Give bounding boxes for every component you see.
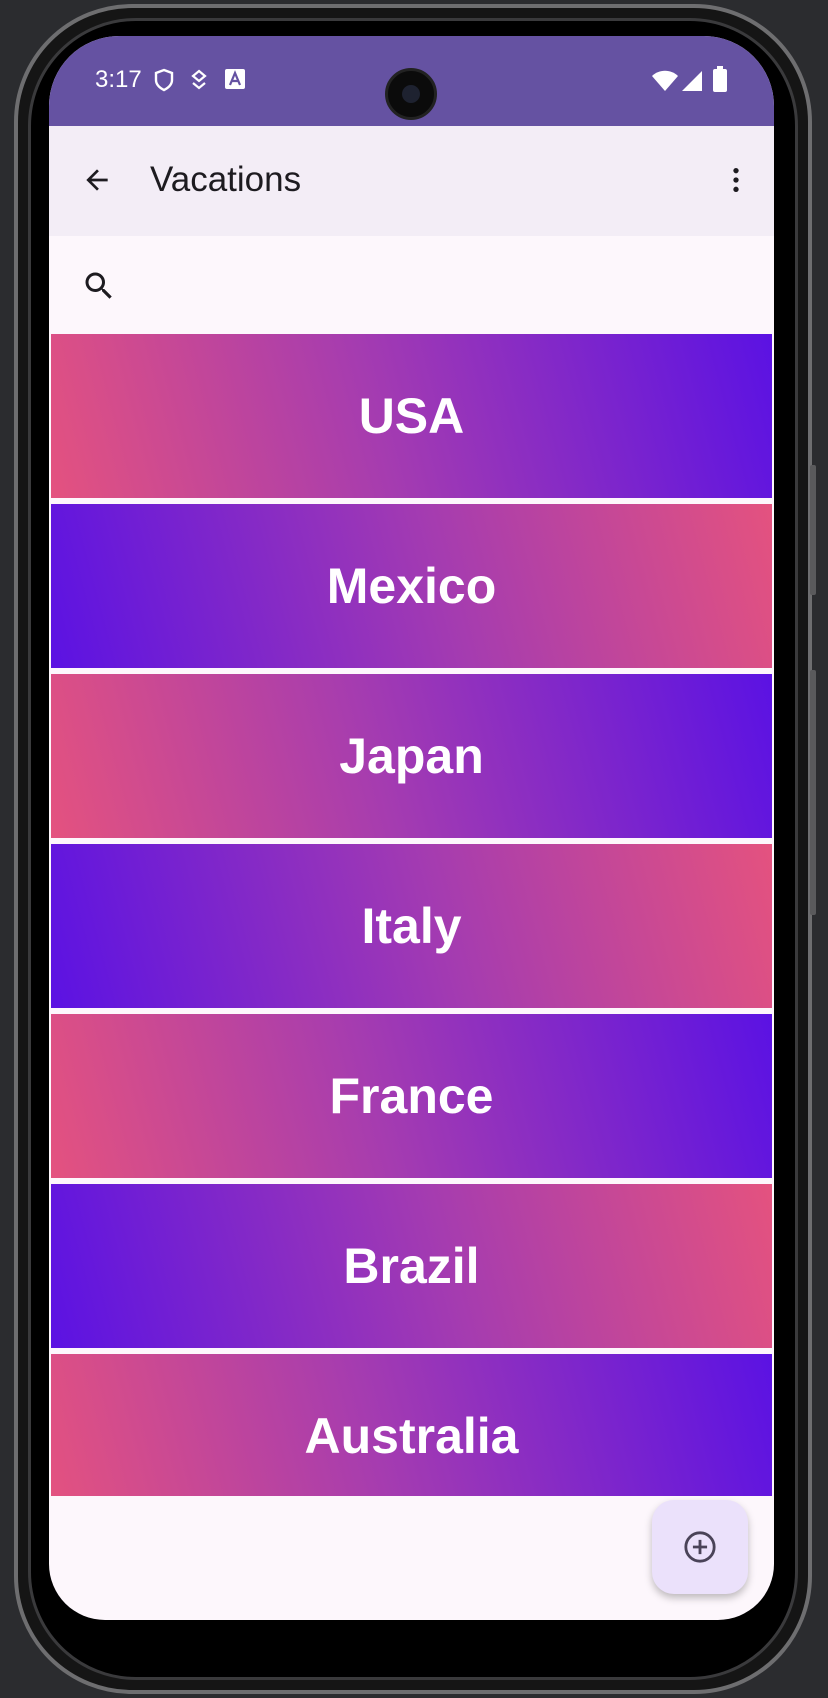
phone-screen: 3:17 Vacations USA Mexico Japan Italy Fr… (49, 36, 774, 1620)
status-bar: 3:17 (49, 36, 774, 126)
search-bar (49, 236, 774, 334)
list-item-label: France (329, 1068, 494, 1124)
list-item-label: Italy (361, 898, 462, 954)
list-item[interactable]: Australia (51, 1354, 772, 1496)
cell-signal-icon (681, 70, 703, 97)
top-app-bar: Vacations (49, 126, 774, 237)
add-circle-icon (684, 1531, 716, 1563)
list-item[interactable]: USA (51, 334, 772, 498)
destination-list: USA Mexico Japan Italy France Brazil Aus… (51, 334, 772, 1496)
list-item[interactable]: Japan (51, 674, 772, 838)
font-size-icon (224, 68, 246, 95)
page-title: Vacations (150, 160, 302, 199)
front-camera (385, 68, 437, 120)
battery-icon (713, 66, 727, 97)
list-item-label: Brazil (343, 1238, 480, 1294)
list-item[interactable]: Mexico (51, 504, 772, 668)
overflow-menu-button[interactable] (714, 156, 758, 204)
device-volume-button (810, 465, 816, 595)
list-item[interactable]: Brazil (51, 1184, 772, 1348)
add-vacation-fab[interactable] (652, 1500, 748, 1594)
arrow-back-icon (86, 169, 108, 191)
more-vert-icon (733, 168, 739, 192)
list-item-label: USA (358, 388, 465, 444)
shield-icon (153, 68, 175, 97)
list-item-label: Mexico (326, 558, 497, 614)
payment-icon (189, 68, 209, 97)
list-item-label: Japan (339, 728, 484, 784)
back-button[interactable] (73, 156, 121, 204)
search-input[interactable] (129, 260, 754, 310)
search-icon (81, 268, 117, 309)
list-item-label: Australia (304, 1408, 519, 1464)
status-time: 3:17 (95, 66, 142, 93)
list-item[interactable]: Italy (51, 844, 772, 1008)
wifi-icon (651, 70, 679, 97)
device-power-button (810, 670, 816, 915)
list-item[interactable]: France (51, 1014, 772, 1178)
